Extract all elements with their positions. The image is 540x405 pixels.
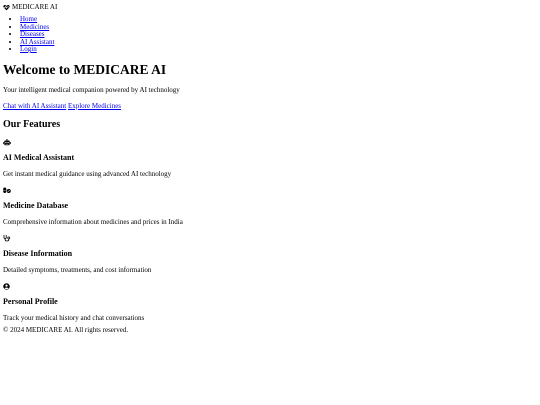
nav-item-ai-assistant: AI Assistant — [20, 38, 537, 47]
explore-medicines-link[interactable]: Explore Medicines — [68, 102, 121, 110]
nav-link-login[interactable]: Login — [20, 45, 37, 53]
feature-personal-profile: Personal Profile Track your medical hist… — [3, 282, 537, 323]
main-nav: Home Medicines Diseases AI Assistant Log… — [3, 15, 537, 54]
feature-description: Get instant medical guidance using advan… — [3, 169, 172, 178]
nav-item-diseases: Diseases — [20, 30, 537, 39]
pills-icon — [3, 187, 11, 193]
nav-item-medicines: Medicines — [20, 23, 537, 32]
stethoscope-icon — [3, 234, 11, 241]
chat-ai-assistant-link[interactable]: Chat with AI Assistant — [3, 102, 66, 110]
hero-actions: Chat with AI Assistant Explore Medicines — [3, 102, 537, 111]
feature-description: Comprehensive information about medicine… — [3, 217, 183, 226]
feature-disease-information: Disease Information Detailed symptoms, t… — [3, 234, 537, 275]
user-circle-icon — [3, 282, 10, 290]
features-heading: Our Features — [3, 118, 61, 130]
feature-medicine-database: Medicine Database Comprehensive informat… — [3, 187, 537, 227]
brand: MEDICARE AI — [3, 3, 537, 12]
feature-title: Medicine Database — [3, 200, 69, 210]
feature-title: Personal Profile — [3, 296, 58, 306]
nav-item-login: Login — [20, 45, 537, 54]
page: MEDICARE AI Home Medicines Diseases AI A… — [0, 0, 540, 335]
hero-subtitle: Your intelligent medical companion power… — [3, 85, 180, 94]
hero-title: Welcome to MEDICARE AI — [3, 61, 167, 77]
feature-ai-assistant: AI Medical Assistant Get instant medical… — [3, 138, 537, 179]
feature-title: Disease Information — [3, 248, 73, 258]
feature-title: AI Medical Assistant — [3, 152, 75, 162]
footer-copyright: © 2024 MEDICARE AI. All rights reserved. — [3, 325, 129, 334]
nav-item-home: Home — [20, 15, 537, 24]
robot-icon — [3, 138, 11, 145]
heart-pulse-icon — [3, 5, 10, 11]
feature-description: Track your medical history and chat conv… — [3, 313, 145, 322]
feature-description: Detailed symptoms, treatments, and cost … — [3, 265, 152, 274]
brand-name: MEDICARE AI — [12, 3, 58, 11]
